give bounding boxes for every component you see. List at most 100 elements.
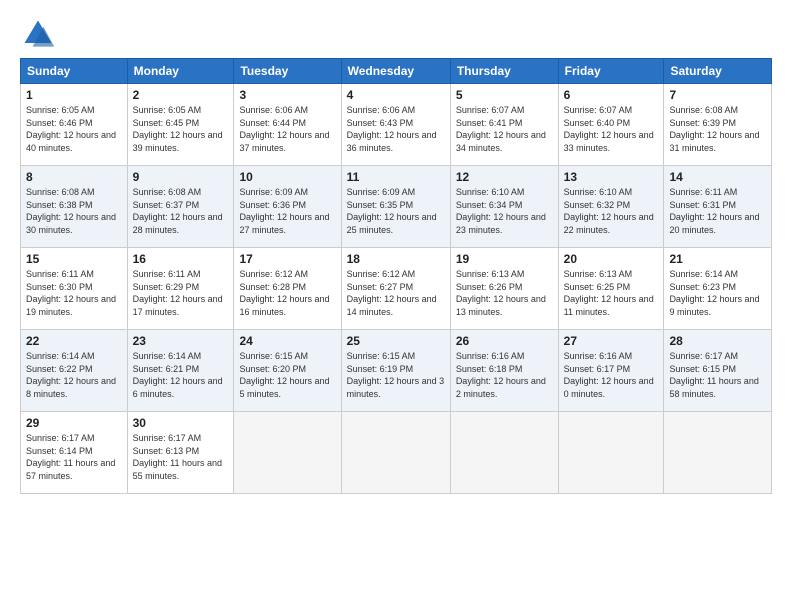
calendar-day-cell: 4 Sunrise: 6:06 AMSunset: 6:43 PMDayligh… <box>341 84 450 166</box>
calendar-day-cell: 8 Sunrise: 6:08 AMSunset: 6:38 PMDayligh… <box>21 166 128 248</box>
day-number: 7 <box>669 88 766 102</box>
logo <box>20 16 62 52</box>
day-detail: Sunrise: 6:14 AMSunset: 6:21 PMDaylight:… <box>133 351 223 399</box>
calendar-week-row: 15 Sunrise: 6:11 AMSunset: 6:30 PMDaylig… <box>21 248 772 330</box>
calendar-day-cell <box>234 412 341 494</box>
day-detail: Sunrise: 6:12 AMSunset: 6:28 PMDaylight:… <box>239 269 329 317</box>
day-number: 21 <box>669 252 766 266</box>
calendar-day-cell <box>341 412 450 494</box>
day-number: 10 <box>239 170 335 184</box>
calendar-day-cell <box>558 412 664 494</box>
day-detail: Sunrise: 6:09 AMSunset: 6:36 PMDaylight:… <box>239 187 329 235</box>
day-number: 14 <box>669 170 766 184</box>
calendar-day-cell: 20 Sunrise: 6:13 AMSunset: 6:25 PMDaylig… <box>558 248 664 330</box>
calendar-week-row: 8 Sunrise: 6:08 AMSunset: 6:38 PMDayligh… <box>21 166 772 248</box>
logo-icon <box>20 16 56 52</box>
calendar-day-cell: 16 Sunrise: 6:11 AMSunset: 6:29 PMDaylig… <box>127 248 234 330</box>
day-detail: Sunrise: 6:12 AMSunset: 6:27 PMDaylight:… <box>347 269 437 317</box>
day-detail: Sunrise: 6:17 AMSunset: 6:13 PMDaylight:… <box>133 433 222 481</box>
calendar-table: SundayMondayTuesdayWednesdayThursdayFrid… <box>20 58 772 494</box>
calendar-day-cell: 22 Sunrise: 6:14 AMSunset: 6:22 PMDaylig… <box>21 330 128 412</box>
calendar-day-cell: 17 Sunrise: 6:12 AMSunset: 6:28 PMDaylig… <box>234 248 341 330</box>
day-number: 16 <box>133 252 229 266</box>
day-number: 12 <box>456 170 553 184</box>
calendar-day-cell: 25 Sunrise: 6:15 AMSunset: 6:19 PMDaylig… <box>341 330 450 412</box>
day-number: 5 <box>456 88 553 102</box>
calendar-day-header: Monday <box>127 59 234 84</box>
day-number: 20 <box>564 252 659 266</box>
day-detail: Sunrise: 6:11 AMSunset: 6:30 PMDaylight:… <box>26 269 116 317</box>
day-number: 19 <box>456 252 553 266</box>
calendar-day-cell: 23 Sunrise: 6:14 AMSunset: 6:21 PMDaylig… <box>127 330 234 412</box>
day-number: 9 <box>133 170 229 184</box>
calendar-day-cell: 12 Sunrise: 6:10 AMSunset: 6:34 PMDaylig… <box>450 166 558 248</box>
day-detail: Sunrise: 6:08 AMSunset: 6:38 PMDaylight:… <box>26 187 116 235</box>
day-detail: Sunrise: 6:14 AMSunset: 6:23 PMDaylight:… <box>669 269 759 317</box>
calendar-week-row: 1 Sunrise: 6:05 AMSunset: 6:46 PMDayligh… <box>21 84 772 166</box>
day-number: 8 <box>26 170 122 184</box>
day-number: 2 <box>133 88 229 102</box>
day-number: 17 <box>239 252 335 266</box>
day-number: 1 <box>26 88 122 102</box>
calendar-day-cell: 5 Sunrise: 6:07 AMSunset: 6:41 PMDayligh… <box>450 84 558 166</box>
day-number: 13 <box>564 170 659 184</box>
calendar-day-header: Tuesday <box>234 59 341 84</box>
day-detail: Sunrise: 6:09 AMSunset: 6:35 PMDaylight:… <box>347 187 437 235</box>
page: SundayMondayTuesdayWednesdayThursdayFrid… <box>0 0 792 612</box>
calendar-day-header: Wednesday <box>341 59 450 84</box>
day-detail: Sunrise: 6:16 AMSunset: 6:18 PMDaylight:… <box>456 351 546 399</box>
day-detail: Sunrise: 6:13 AMSunset: 6:26 PMDaylight:… <box>456 269 546 317</box>
day-number: 18 <box>347 252 445 266</box>
calendar-day-cell: 3 Sunrise: 6:06 AMSunset: 6:44 PMDayligh… <box>234 84 341 166</box>
day-detail: Sunrise: 6:06 AMSunset: 6:43 PMDaylight:… <box>347 105 437 153</box>
day-number: 22 <box>26 334 122 348</box>
calendar-header-row: SundayMondayTuesdayWednesdayThursdayFrid… <box>21 59 772 84</box>
day-detail: Sunrise: 6:15 AMSunset: 6:20 PMDaylight:… <box>239 351 329 399</box>
day-number: 29 <box>26 416 122 430</box>
header <box>20 16 772 52</box>
calendar-day-cell: 28 Sunrise: 6:17 AMSunset: 6:15 PMDaylig… <box>664 330 772 412</box>
calendar-day-cell: 1 Sunrise: 6:05 AMSunset: 6:46 PMDayligh… <box>21 84 128 166</box>
day-number: 27 <box>564 334 659 348</box>
calendar-day-cell: 24 Sunrise: 6:15 AMSunset: 6:20 PMDaylig… <box>234 330 341 412</box>
calendar-day-cell <box>664 412 772 494</box>
calendar-day-cell: 11 Sunrise: 6:09 AMSunset: 6:35 PMDaylig… <box>341 166 450 248</box>
day-detail: Sunrise: 6:05 AMSunset: 6:45 PMDaylight:… <box>133 105 223 153</box>
day-number: 11 <box>347 170 445 184</box>
day-detail: Sunrise: 6:17 AMSunset: 6:15 PMDaylight:… <box>669 351 758 399</box>
calendar-week-row: 29 Sunrise: 6:17 AMSunset: 6:14 PMDaylig… <box>21 412 772 494</box>
calendar-day-header: Saturday <box>664 59 772 84</box>
calendar-day-cell: 21 Sunrise: 6:14 AMSunset: 6:23 PMDaylig… <box>664 248 772 330</box>
calendar-day-header: Friday <box>558 59 664 84</box>
calendar-day-header: Sunday <box>21 59 128 84</box>
day-detail: Sunrise: 6:13 AMSunset: 6:25 PMDaylight:… <box>564 269 654 317</box>
day-detail: Sunrise: 6:11 AMSunset: 6:29 PMDaylight:… <box>133 269 223 317</box>
day-number: 3 <box>239 88 335 102</box>
calendar-day-cell: 18 Sunrise: 6:12 AMSunset: 6:27 PMDaylig… <box>341 248 450 330</box>
day-number: 15 <box>26 252 122 266</box>
calendar-day-cell: 15 Sunrise: 6:11 AMSunset: 6:30 PMDaylig… <box>21 248 128 330</box>
calendar-day-cell: 27 Sunrise: 6:16 AMSunset: 6:17 PMDaylig… <box>558 330 664 412</box>
day-detail: Sunrise: 6:06 AMSunset: 6:44 PMDaylight:… <box>239 105 329 153</box>
calendar-day-cell: 2 Sunrise: 6:05 AMSunset: 6:45 PMDayligh… <box>127 84 234 166</box>
day-number: 25 <box>347 334 445 348</box>
day-detail: Sunrise: 6:05 AMSunset: 6:46 PMDaylight:… <box>26 105 116 153</box>
day-detail: Sunrise: 6:11 AMSunset: 6:31 PMDaylight:… <box>669 187 759 235</box>
calendar-day-header: Thursday <box>450 59 558 84</box>
day-detail: Sunrise: 6:10 AMSunset: 6:32 PMDaylight:… <box>564 187 654 235</box>
day-number: 4 <box>347 88 445 102</box>
day-detail: Sunrise: 6:14 AMSunset: 6:22 PMDaylight:… <box>26 351 116 399</box>
day-number: 30 <box>133 416 229 430</box>
day-number: 6 <box>564 88 659 102</box>
calendar-day-cell: 26 Sunrise: 6:16 AMSunset: 6:18 PMDaylig… <box>450 330 558 412</box>
calendar-day-cell: 19 Sunrise: 6:13 AMSunset: 6:26 PMDaylig… <box>450 248 558 330</box>
calendar-day-cell: 10 Sunrise: 6:09 AMSunset: 6:36 PMDaylig… <box>234 166 341 248</box>
calendar-day-cell: 30 Sunrise: 6:17 AMSunset: 6:13 PMDaylig… <box>127 412 234 494</box>
calendar-day-cell: 7 Sunrise: 6:08 AMSunset: 6:39 PMDayligh… <box>664 84 772 166</box>
calendar-day-cell: 9 Sunrise: 6:08 AMSunset: 6:37 PMDayligh… <box>127 166 234 248</box>
day-detail: Sunrise: 6:16 AMSunset: 6:17 PMDaylight:… <box>564 351 654 399</box>
day-number: 28 <box>669 334 766 348</box>
calendar-day-cell: 6 Sunrise: 6:07 AMSunset: 6:40 PMDayligh… <box>558 84 664 166</box>
day-detail: Sunrise: 6:08 AMSunset: 6:37 PMDaylight:… <box>133 187 223 235</box>
calendar-day-cell: 29 Sunrise: 6:17 AMSunset: 6:14 PMDaylig… <box>21 412 128 494</box>
